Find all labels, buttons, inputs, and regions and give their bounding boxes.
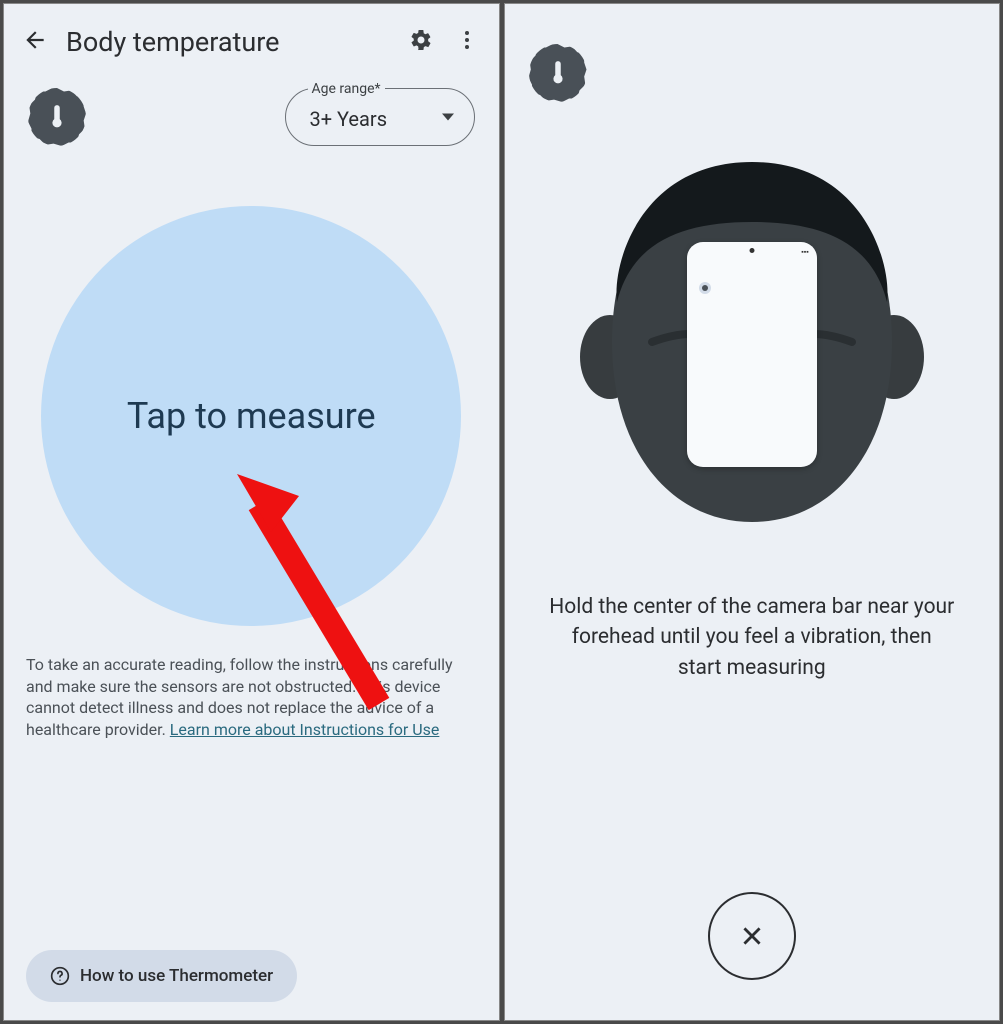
help-icon [50,966,70,986]
thermometer-badge-icon [28,88,86,146]
body-temperature-screen: Body temperature Age range* 3+ Years [3,3,500,1021]
instruction-text: Hold the center of the camera bar near y… [505,552,1000,683]
learn-more-link[interactable]: Learn more about Instructions for Use [170,720,440,739]
tap-to-measure-button[interactable]: Tap to measure [41,206,461,626]
close-icon [739,923,765,949]
disclaimer-text: To take an accurate reading, follow the … [4,626,499,740]
howto-label: How to use Thermometer [80,966,273,986]
measure-cta-label: Tap to measure [127,395,376,437]
more-vert-icon[interactable] [455,28,479,56]
settings-icon[interactable] [409,28,433,56]
chevron-down-icon [442,114,454,121]
age-range-label: Age range* [308,81,385,97]
close-button[interactable] [708,892,796,980]
forehead-illustration: ▪▪▪ [505,152,1000,552]
back-arrow-icon[interactable] [22,27,48,57]
age-range-value: 3+ Years [310,107,388,131]
how-to-use-chip[interactable]: How to use Thermometer [26,950,297,1002]
phone-illustration: ▪▪▪ [687,242,817,467]
age-range-select[interactable]: Age range* 3+ Years [285,88,475,146]
measurement-instruction-screen: ▪▪▪ Hold the center of the camera bar ne… [504,3,1001,1021]
thermometer-badge-icon [529,44,587,102]
page-title: Body temperature [66,26,391,58]
header: Body temperature [4,4,499,68]
